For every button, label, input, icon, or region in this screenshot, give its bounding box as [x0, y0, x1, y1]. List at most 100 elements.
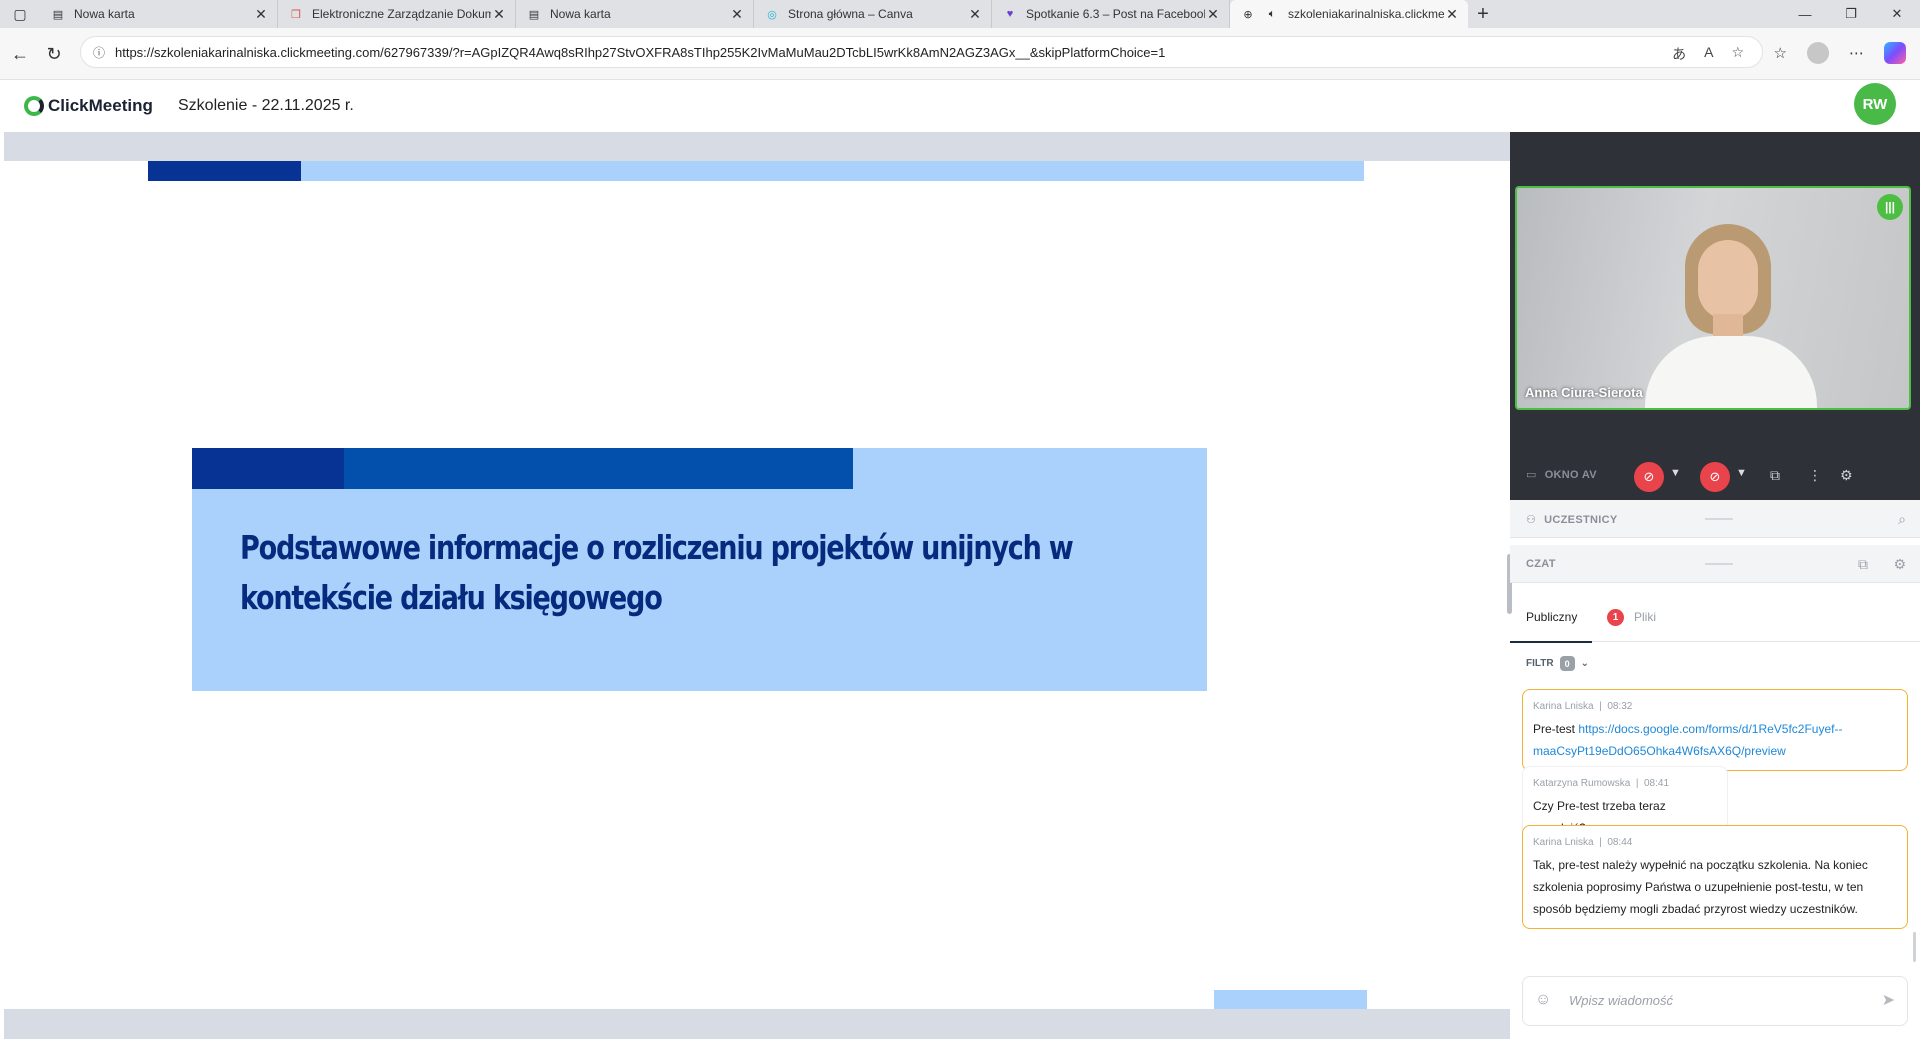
- tab-title: Spotkanie 6.3 – Post na Facebook: [1026, 7, 1205, 21]
- mic-options-chevron-icon[interactable]: ▼: [1736, 467, 1747, 479]
- settings-gear-icon[interactable]: ⚙: [1840, 467, 1853, 484]
- section-grip[interactable]: [1705, 563, 1733, 565]
- app-header: ClickMeeting Szkolenie - 22.11.2025 r. R…: [0, 80, 1920, 132]
- minimize-icon[interactable]: —: [1782, 0, 1828, 28]
- chat-scrollbar[interactable]: [1913, 932, 1916, 962]
- chevron-down-icon: ⌄: [1580, 658, 1589, 669]
- slide-title-line-1: Podstawowe informacje o rozliczeniu proj…: [240, 528, 1074, 567]
- slide-accent-bar-dark: [148, 161, 301, 181]
- tab-files[interactable]: Pliki: [1634, 610, 1656, 624]
- close-window-icon[interactable]: ✕: [1874, 0, 1920, 28]
- av-window: ||| Anna Ciura-Sierota ▭ OKNO AV ⊘ ▼ ⊘ ▼ …: [1510, 132, 1920, 500]
- tab-title: Nowa karta: [550, 7, 611, 21]
- speaking-indicator-icon: |||: [1877, 194, 1903, 220]
- stage-bottom-strip: [4, 1009, 1510, 1039]
- tab-title: Elektroniczne Zarządzanie Dokum: [312, 7, 491, 21]
- camera-off-button[interactable]: ⊘: [1634, 462, 1664, 492]
- message-meta: Katarzyna Rumowska | 08:41: [1533, 778, 1670, 789]
- copilot-icon[interactable]: [1884, 42, 1906, 64]
- chat-section[interactable]: CZAT ⧉ ⚙: [1510, 545, 1920, 583]
- close-tab-icon[interactable]: ✕: [253, 6, 269, 23]
- browser-tab[interactable]: ♥ Spotkanie 6.3 – Post na Facebook ✕: [992, 0, 1230, 28]
- browser-tab[interactable]: ▤ Nowa karta ✕: [40, 0, 278, 28]
- chat-tabs: Publiczny 1 Pliki: [1509, 592, 1920, 643]
- site-info-icon[interactable]: ⓘ: [93, 44, 105, 61]
- tab-title: Strona główna – Canva: [788, 7, 913, 21]
- layout-icon[interactable]: ⧉: [1770, 467, 1780, 484]
- new-tab-icon[interactable]: +: [1468, 0, 1498, 28]
- document-icon: ❒: [291, 8, 301, 21]
- close-tab-icon[interactable]: ✕: [729, 6, 745, 23]
- participants-icon: ⚇: [1526, 514, 1537, 526]
- favorites-icon[interactable]: ☆: [1774, 44, 1787, 62]
- browser-tab[interactable]: ❒ Elektroniczne Zarządzanie Dokum ✕: [278, 0, 516, 28]
- camera-options-chevron-icon[interactable]: ▼: [1670, 467, 1681, 479]
- popout-icon[interactable]: ⧉: [1858, 556, 1868, 573]
- tab-public[interactable]: Publiczny: [1509, 610, 1593, 643]
- chat-message: Karina Lniska | 08:32 Pre-test https://d…: [1522, 689, 1908, 771]
- presentation-stage: Podstawowe informacje o rozliczeniu proj…: [4, 132, 1510, 1039]
- browser-toolbar: ← ↻ ⓘ https://szkoleniakarinalniska.clic…: [0, 28, 1920, 80]
- logo-text: ClickMeeting: [48, 96, 153, 115]
- tab-title: szkoleniakarinalniska.clickme: [1288, 7, 1444, 21]
- browser-tab-active[interactable]: ⊕ 🔈︎ szkoleniakarinalniska.clickme ✕: [1230, 0, 1468, 28]
- av-window-label: ▭ OKNO AV: [1526, 469, 1597, 481]
- search-icon[interactable]: ⌕: [1898, 511, 1906, 528]
- title-box-bar-dark: [192, 448, 344, 489]
- slide-title-box: Podstawowe informacje o rozliczeniu proj…: [192, 448, 1207, 691]
- globe-icon: ⊕: [1243, 8, 1253, 21]
- page-icon: ▤: [528, 8, 540, 21]
- close-tab-icon[interactable]: ✕: [1444, 6, 1460, 23]
- meeting-title: Szkolenie - 22.11.2025 r.: [178, 97, 354, 114]
- logo-icon: [24, 96, 44, 116]
- filter-count: 0: [1559, 656, 1575, 671]
- browser-tab[interactable]: ◎ Strona główna – Canva ✕: [754, 0, 992, 28]
- window-controls: — ❐ ✕: [1782, 0, 1920, 28]
- slide-title-line-2: kontekście działu księgowego: [240, 578, 663, 617]
- url-text: https://szkoleniakarinalniska.clickmeeti…: [115, 44, 1166, 60]
- slide-title: Podstawowe informacje o rozliczeniu proj…: [240, 523, 1158, 623]
- browser-tab[interactable]: ▤ Nowa karta ✕: [516, 0, 754, 28]
- emoji-icon[interactable]: ☺: [1535, 991, 1551, 1009]
- profile-icon[interactable]: [1807, 42, 1829, 64]
- presenter-video[interactable]: ||| Anna Ciura-Sierota: [1515, 186, 1911, 410]
- section-grip[interactable]: [1705, 518, 1733, 520]
- reload-icon[interactable]: ↻: [40, 40, 68, 68]
- chat-compose[interactable]: ☺ Wpisz wiadomość ➤: [1522, 976, 1908, 1026]
- more-icon[interactable]: ⋯: [1849, 44, 1864, 62]
- heart-icon: ♥: [1006, 8, 1014, 20]
- message-text: Tak, pre-test należy wypełnić na początk…: [1533, 858, 1868, 916]
- close-tab-icon[interactable]: ✕: [1205, 6, 1221, 23]
- tab-title: Nowa karta: [74, 7, 135, 21]
- stage-top-strip: [4, 132, 1510, 161]
- read-aloud-icon[interactable]: A: [1704, 44, 1713, 64]
- back-icon[interactable]: ←: [6, 40, 34, 68]
- mic-off-button[interactable]: ⊘: [1700, 462, 1730, 492]
- chat-filter[interactable]: FILTR 0 ⌄: [1526, 656, 1589, 671]
- close-tab-icon[interactable]: ✕: [967, 6, 983, 23]
- close-tab-icon[interactable]: ✕: [491, 6, 507, 23]
- browser-toolbar-right: ☆ ⋯: [1774, 42, 1906, 64]
- chat-label: CZAT: [1526, 558, 1556, 570]
- translate-icon[interactable]: あ: [1672, 44, 1686, 64]
- title-box-bar-mid: [344, 448, 853, 489]
- send-icon[interactable]: ➤: [1882, 990, 1895, 1010]
- restore-icon[interactable]: ❐: [1828, 0, 1874, 28]
- speaker-icon[interactable]: 🔈︎: [1264, 6, 1280, 22]
- tab-actions-icon[interactable]: ▢: [0, 0, 40, 28]
- participants-label: ⚇ UCZESTNICY: [1526, 514, 1618, 526]
- side-panel: ||| Anna Ciura-Sierota ▭ OKNO AV ⊘ ▼ ⊘ ▼ …: [1507, 132, 1920, 1039]
- chat-message: Karina Lniska | 08:44 Tak, pre-test nale…: [1522, 825, 1908, 929]
- files-badge: 1: [1607, 609, 1624, 626]
- participants-section[interactable]: ⚇ UCZESTNICY ⌕: [1510, 500, 1920, 538]
- message-link[interactable]: https://docs.google.com/forms/d/1ReV5fc2…: [1533, 722, 1842, 758]
- message-input[interactable]: Wpisz wiadomość: [1569, 993, 1673, 1008]
- more-vertical-icon[interactable]: ⋮: [1808, 467, 1822, 484]
- av-controls: ▭ OKNO AV ⊘ ▼ ⊘ ▼ ⧉ ⋮ ⚙: [1510, 452, 1920, 500]
- address-bar[interactable]: ⓘ https://szkoleniakarinalniska.clickmee…: [80, 36, 1763, 68]
- chat-settings-gear-icon[interactable]: ⚙: [1893, 556, 1906, 573]
- favorite-star-icon[interactable]: ☆: [1731, 44, 1744, 64]
- address-bar-actions: あ A ☆: [1672, 44, 1744, 64]
- user-avatar[interactable]: RW: [1854, 83, 1896, 125]
- page-icon: ▤: [52, 8, 64, 21]
